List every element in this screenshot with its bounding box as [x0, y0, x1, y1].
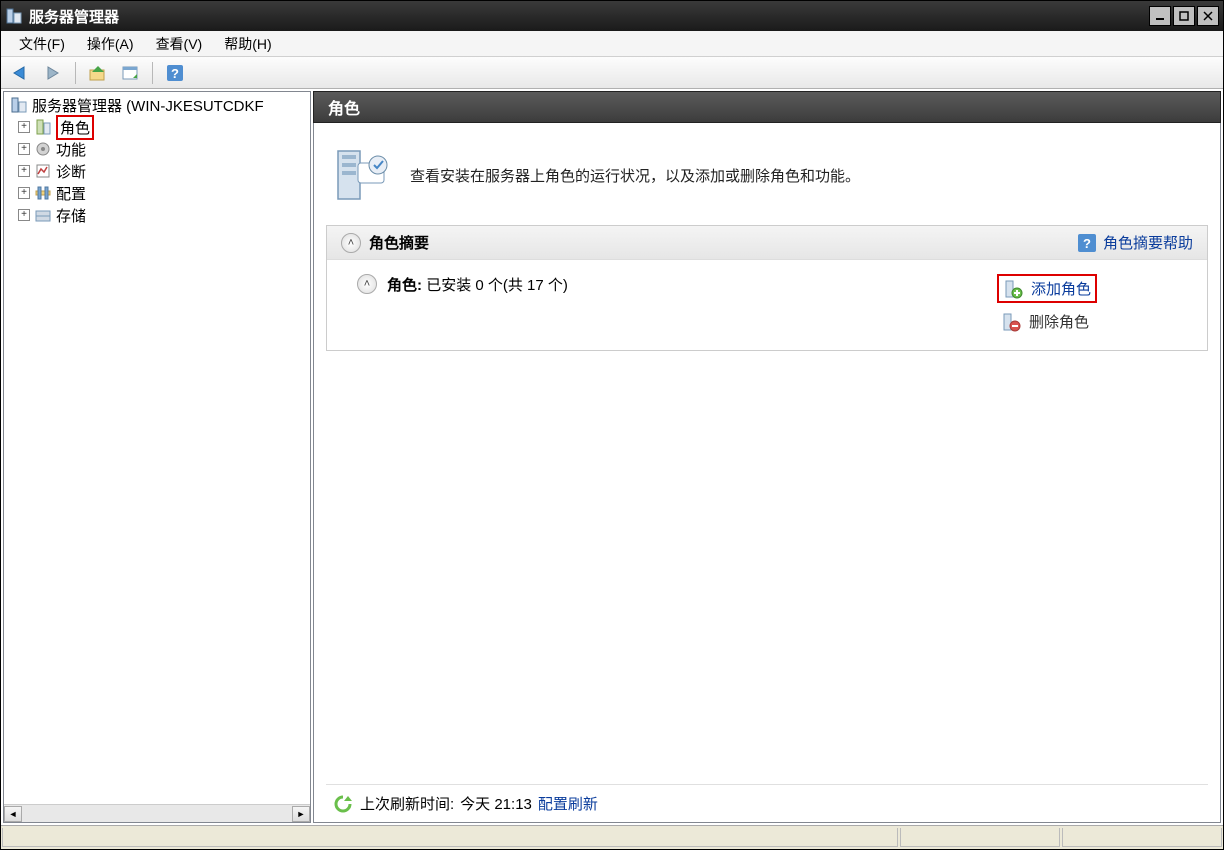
menu-action[interactable]: 操作(A)	[77, 31, 144, 57]
summary-help-label: 角色摘要帮助	[1103, 232, 1193, 253]
help-icon: ?	[1077, 233, 1097, 253]
tree-item-configuration[interactable]: + 配置	[4, 182, 310, 204]
statusbar	[1, 825, 1223, 849]
scroll-right-button[interactable]: ►	[292, 806, 310, 822]
summary-title: 角色摘要	[369, 232, 429, 253]
intro-text: 查看安装在服务器上角色的运行状况，以及添加或删除角色和功能。	[410, 165, 860, 186]
tree-item-storage[interactable]: + 存储	[4, 204, 310, 226]
tree-item-features[interactable]: + 功能	[4, 138, 310, 160]
minimize-button[interactable]	[1149, 6, 1171, 26]
diagnostics-icon	[34, 162, 52, 180]
collapse-icon[interactable]: ˄	[341, 233, 361, 253]
status-main	[2, 828, 898, 847]
tree-item-diagnostics[interactable]: + 诊断	[4, 160, 310, 182]
server-manager-icon	[5, 7, 23, 25]
last-refresh-value: 今天 21:13	[460, 793, 532, 814]
collapse-icon[interactable]: ˄	[357, 274, 377, 294]
tree-label-features: 功能	[56, 139, 86, 160]
tree-label-storage: 存储	[56, 205, 86, 226]
close-button[interactable]	[1197, 6, 1219, 26]
expander-icon[interactable]: +	[18, 187, 30, 199]
titlebar: 服务器管理器	[1, 1, 1223, 31]
roles-count: 已安装 0 个(共 17 个)	[426, 277, 568, 294]
remove-role-label: 删除角色	[1029, 311, 1089, 332]
remove-role-link[interactable]: 删除角色	[997, 309, 1097, 334]
add-role-link[interactable]: 添加角色	[997, 274, 1097, 303]
expander-icon[interactable]: +	[18, 209, 30, 221]
role-actions: 添加角色 删除角色	[997, 274, 1197, 334]
last-refresh-label: 上次刷新时间:	[360, 793, 454, 814]
server-role-icon	[328, 143, 392, 207]
status-cell-1	[900, 828, 1060, 847]
roles-label: 角色	[387, 277, 417, 294]
properties-button[interactable]	[116, 60, 144, 86]
refresh-icon	[332, 793, 354, 815]
config-refresh-link[interactable]: 配置刷新	[538, 793, 598, 814]
content-title: 角色	[328, 95, 360, 119]
roles-icon	[34, 118, 52, 136]
titlebar-left: 服务器管理器	[5, 6, 119, 27]
up-folder-button[interactable]	[84, 60, 112, 86]
intro-section: 查看安装在服务器上角色的运行状况，以及添加或删除角色和功能。	[326, 133, 1208, 225]
content-header: 角色	[313, 91, 1221, 123]
summary-header: ˄ 角色摘要 ? 角色摘要帮助	[327, 226, 1207, 260]
summary-help-link[interactable]: ? 角色摘要帮助	[1077, 232, 1193, 253]
content-body: 查看安装在服务器上角色的运行状况，以及添加或删除角色和功能。 ˄ 角色摘要 ? …	[313, 123, 1221, 823]
summary-body: ˄ 角色: 已安装 0 个(共 17 个) 添加角色	[327, 260, 1207, 350]
storage-icon	[34, 206, 52, 224]
add-role-icon	[1003, 279, 1023, 299]
server-icon	[10, 96, 28, 114]
toolbar-separator-2	[152, 62, 153, 84]
expander-icon[interactable]: +	[18, 165, 30, 177]
tree-pane: 服务器管理器 (WIN-JKESUTCDKF + 角色 + 功能	[3, 91, 311, 823]
app-window: 服务器管理器 文件(F) 操作(A) 查看(V) 帮助(H) ?	[0, 0, 1224, 850]
tree-root-label: 服务器管理器 (WIN-JKESUTCDKF	[32, 95, 264, 116]
features-icon	[34, 140, 52, 158]
summary-header-left: ˄ 角色摘要	[341, 232, 429, 253]
maximize-button[interactable]	[1173, 6, 1195, 26]
status-cell-2	[1062, 828, 1222, 847]
tree-root[interactable]: 服务器管理器 (WIN-JKESUTCDKF	[4, 94, 310, 116]
svg-text:?: ?	[171, 66, 179, 81]
remove-role-icon	[1001, 312, 1021, 332]
summary-panel: ˄ 角色摘要 ? 角色摘要帮助 ˄	[326, 225, 1208, 351]
body-area: 服务器管理器 (WIN-JKESUTCDKF + 角色 + 功能	[1, 89, 1223, 825]
svg-text:?: ?	[1083, 236, 1091, 251]
menubar: 文件(F) 操作(A) 查看(V) 帮助(H)	[1, 31, 1223, 57]
toolbar: ?	[1, 57, 1223, 89]
menu-help[interactable]: 帮助(H)	[214, 31, 281, 57]
tree-item-roles[interactable]: + 角色	[4, 116, 310, 138]
tree-horizontal-scrollbar[interactable]: ◄ ►	[4, 804, 310, 822]
menu-view[interactable]: 查看(V)	[146, 31, 213, 57]
tree-label-diagnostics: 诊断	[56, 161, 86, 182]
content-footer: 上次刷新时间: 今天 21:13 配置刷新	[326, 784, 1208, 822]
forward-button[interactable]	[39, 60, 67, 86]
menu-file[interactable]: 文件(F)	[9, 31, 75, 57]
toolbar-separator	[75, 62, 76, 84]
back-button[interactable]	[7, 60, 35, 86]
expander-icon[interactable]: +	[18, 121, 30, 133]
content-pane: 角色 查看安装在服务器上角	[313, 91, 1221, 823]
tree-content[interactable]: 服务器管理器 (WIN-JKESUTCDKF + 角色 + 功能	[4, 92, 310, 804]
window-controls	[1147, 6, 1219, 26]
tree-label-configuration: 配置	[56, 183, 86, 204]
scroll-left-button[interactable]: ◄	[4, 806, 22, 822]
expander-icon[interactable]: +	[18, 143, 30, 155]
window-title: 服务器管理器	[29, 6, 119, 27]
tree-label-roles: 角色	[56, 115, 94, 140]
add-role-label: 添加角色	[1031, 278, 1091, 299]
help-button[interactable]: ?	[161, 60, 189, 86]
configuration-icon	[34, 184, 52, 202]
roles-installed-row: ˄ 角色: 已安装 0 个(共 17 个)	[357, 274, 568, 334]
